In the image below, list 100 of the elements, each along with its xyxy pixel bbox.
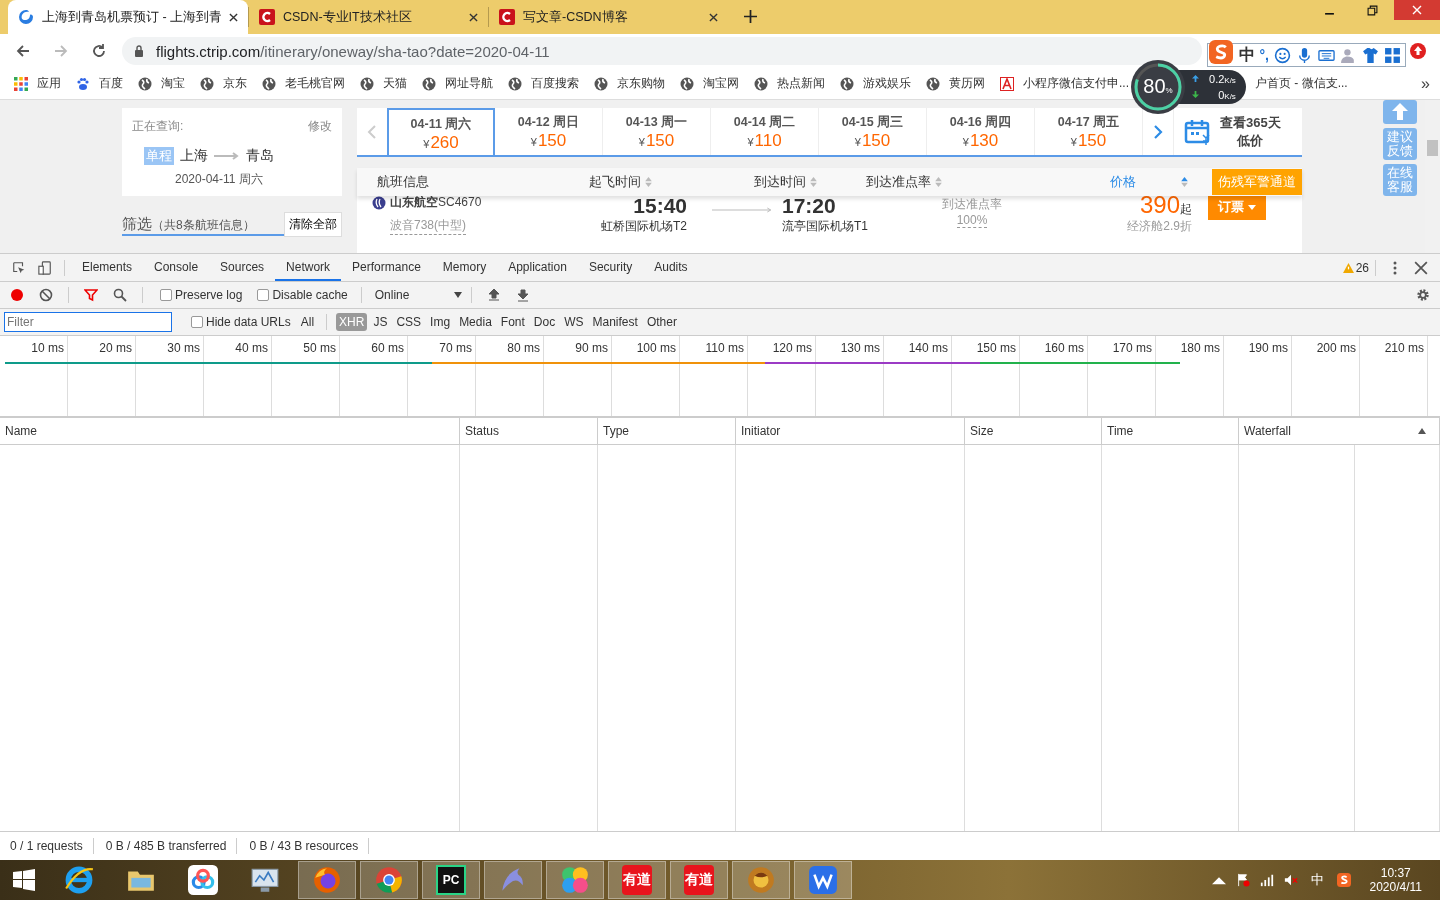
devtools-tab[interactable]: Application (497, 254, 578, 281)
bookmark-link[interactable]: 淘宝 (138, 75, 185, 92)
bookmark-link[interactable]: 应用 (14, 75, 61, 92)
microphone-icon[interactable] (1296, 46, 1313, 64)
type-filter[interactable]: JS (370, 313, 391, 331)
time-tick: 40 ms (204, 336, 272, 360)
clear-all-button[interactable]: 清除全部 (284, 211, 342, 237)
sort-header[interactable]: 起飞时间 (589, 173, 755, 191)
date-tab[interactable]: 04-14 周二 ¥110 (711, 108, 819, 155)
column-header[interactable]: Status (460, 418, 598, 444)
grid-icon[interactable] (1384, 46, 1401, 64)
close-icon[interactable] (709, 12, 718, 22)
checkbox[interactable] (257, 289, 270, 301)
bookmark-link[interactable]: 百度搜索 (508, 75, 579, 92)
smiley-icon[interactable] (1274, 46, 1291, 64)
bookmark-link[interactable]: 京东 (200, 75, 247, 92)
date-tab[interactable]: 04-17 周五 ¥150 (1035, 108, 1143, 155)
date-tab[interactable]: 04-11 周六 ¥260 (387, 108, 495, 155)
throttling-dropdown[interactable]: Online (374, 288, 463, 302)
time-tick: 160 ms (1020, 336, 1088, 360)
clock[interactable]: 10:37 2020/4/11 (1355, 866, 1436, 894)
sort-header[interactable]: 到达准点率 (865, 173, 1106, 191)
flight-price: 390起 (1139, 194, 1192, 218)
route-arrow-icon (214, 152, 240, 160)
browser-tab[interactable]: 写文章-CSDN博客 (488, 7, 728, 27)
bookmark-link[interactable]: 小程序微信支付申... (1000, 75, 1129, 92)
taskbar-app[interactable]: PC (422, 861, 480, 899)
globe-icon (840, 76, 854, 91)
low-price-calendar-link[interactable]: 查看365天 低价 (1173, 108, 1281, 155)
cabin-discount: 经济舱2.9折 (1127, 218, 1192, 235)
date-tab[interactable]: 04-12 周日 ¥150 (495, 108, 603, 155)
restore-icon[interactable] (1367, 4, 1378, 16)
edit-link[interactable]: 修改 (308, 118, 332, 135)
taskbar-app[interactable]: 有道 (670, 861, 728, 899)
type-filter[interactable]: CSS (393, 313, 425, 331)
time-tick: 200 ms (1292, 336, 1360, 360)
devtools-tab[interactable]: Elements (71, 254, 144, 281)
taskbar-app[interactable] (794, 861, 852, 899)
usage-percent: 80% (1142, 74, 1174, 98)
checkbox-label[interactable]: Hide data URLs (206, 315, 291, 329)
date-tab[interactable]: 04-13 周一 ¥150 (603, 108, 711, 155)
time-tick: 170 ms (1088, 336, 1156, 360)
sort-header[interactable]: 到达时间 (754, 173, 866, 191)
column-header[interactable]: Waterfall (1239, 418, 1440, 444)
devtools-tab[interactable]: Audits (643, 254, 699, 281)
type-filter[interactable]: Media (456, 313, 495, 331)
tab-title: 上海到青岛机票预订 - 上海到青 (42, 8, 221, 26)
status-text: 0 B / 485 B transferred (104, 839, 228, 853)
column-header: 航班信息 (377, 173, 430, 191)
checkbox-label[interactable]: Disable cache (272, 288, 348, 302)
input-mode-toggle[interactable]: 中 (1238, 44, 1255, 66)
time-tick: 60 ms (340, 336, 408, 360)
bookmark-link[interactable]: 黄历网 (926, 75, 985, 92)
close-icon[interactable] (229, 12, 238, 22)
checkbox[interactable] (160, 289, 172, 301)
warning-count[interactable]: 26 (1342, 260, 1369, 275)
input-language[interactable]: 中 (1302, 871, 1332, 889)
bookmark-link[interactable]: 老毛桃官网 (262, 75, 345, 92)
punctuation-toggle[interactable]: °, (1259, 47, 1269, 63)
date-tab[interactable]: 04-15 周三 ¥150 (819, 108, 927, 155)
type-filter[interactable]: Manifest (589, 313, 641, 331)
devtools-tab[interactable]: Performance (341, 254, 432, 281)
filter-title: 筛选（共8条航班信息） (122, 214, 255, 234)
upload-icon[interactable] (1410, 43, 1426, 59)
type-filter[interactable]: All (297, 313, 318, 331)
tab-title: CSDN-专业IT技术社区 (283, 8, 413, 26)
type-filter[interactable]: Img (427, 313, 454, 331)
bookmark-link[interactable]: 网址导航 (422, 75, 493, 92)
devtools-tab[interactable]: Sources (209, 254, 276, 281)
bookmark-link[interactable]: 京东购物 (594, 75, 665, 92)
type-filter[interactable]: Font (497, 313, 528, 331)
devtools-tab[interactable]: Security (577, 254, 644, 281)
column-header[interactable]: Time (1102, 418, 1239, 444)
checkbox-label[interactable]: Preserve log (175, 288, 243, 302)
column-header[interactable]: Size (965, 418, 1102, 444)
taskbar-app[interactable]: 有道 (608, 861, 666, 899)
date-tab[interactable]: 04-16 周四 ¥130 (927, 108, 1035, 155)
bookmark-link[interactable]: 百度 (76, 75, 123, 92)
bookmark-link[interactable]: 户首页 - 微信支... (1255, 75, 1348, 92)
new-tab-icon[interactable] (744, 10, 757, 23)
filter-field[interactable]: Filter (4, 312, 172, 332)
bookmark-link[interactable]: 天猫 (360, 75, 407, 92)
browser-tab[interactable]: 上海到青岛机票预订 - 上海到青 (8, 0, 248, 34)
devtools-tab[interactable]: Console (143, 254, 210, 281)
column-header[interactable]: Initiator (736, 418, 965, 444)
bookmark-link[interactable]: 游戏娱乐 (840, 75, 911, 92)
devtools-tab[interactable]: Memory (431, 254, 498, 281)
checkbox[interactable] (191, 316, 203, 328)
type-filter[interactable]: WS (561, 313, 587, 331)
bookmark-link[interactable]: 热点新闻 (754, 75, 825, 92)
bookmark-link[interactable]: 淘宝网 (680, 75, 739, 92)
more-bookmarks-button[interactable]: » (1421, 74, 1430, 93)
column-header[interactable]: Type (598, 418, 736, 444)
address-field[interactable]: flights.ctrip.com/itinerary/oneway/sha-tao?date=2020-04-11 (122, 37, 1202, 65)
type-filter[interactable]: Doc (530, 313, 559, 331)
column-header[interactable]: Name (0, 418, 460, 444)
close-icon[interactable] (469, 12, 478, 22)
shirt-icon[interactable] (1362, 46, 1379, 64)
browser-tab[interactable]: CSDN-专业IT技术社区 (248, 7, 488, 27)
type-filter[interactable]: Other (643, 313, 680, 331)
